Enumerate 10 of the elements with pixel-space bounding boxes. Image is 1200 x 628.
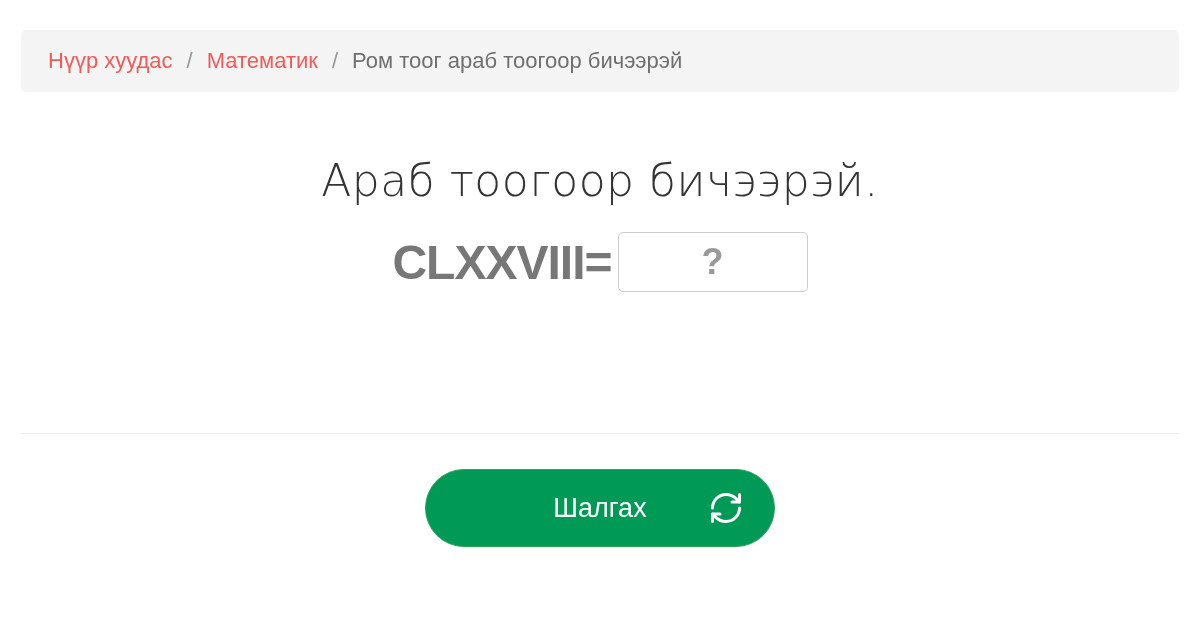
answer-field[interactable]: ? <box>617 232 808 292</box>
breadcrumb-separator: / <box>186 48 193 74</box>
check-button[interactable]: Шалгах <box>425 469 775 547</box>
roman-numeral: CLXXVIII= <box>392 234 612 290</box>
breadcrumb-link[interactable]: Математик <box>206 48 318 74</box>
question-title: Араб тоогоор бичээрэй. <box>320 155 880 206</box>
breadcrumb-link[interactable]: Нүүр хуудас <box>48 48 173 74</box>
breadcrumb-current: Ром тоог араб тоогоор бичээрэй <box>352 48 683 74</box>
breadcrumb-separator: / <box>331 48 339 74</box>
refresh-icon <box>708 490 744 526</box>
